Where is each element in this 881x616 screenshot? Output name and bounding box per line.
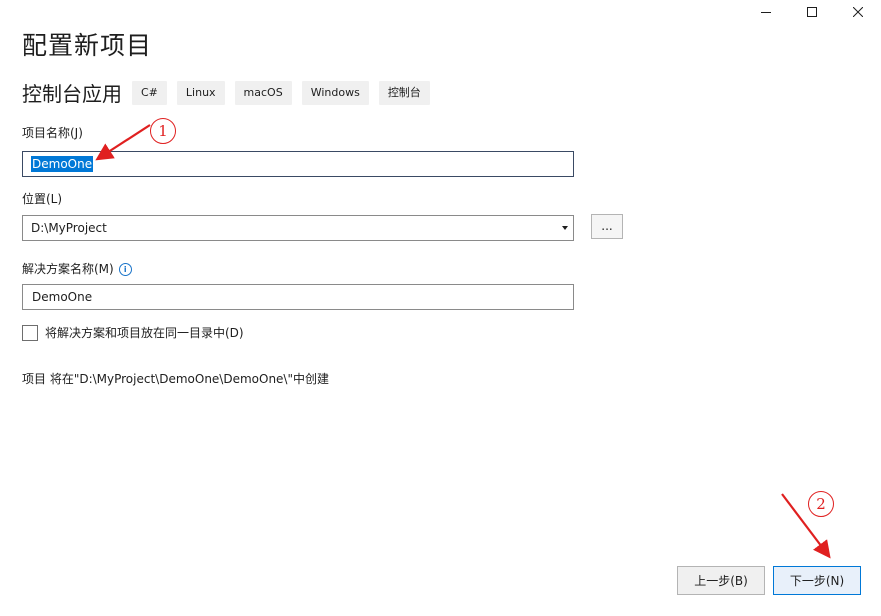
annotation-arrows (95, 124, 831, 559)
annotation-arrow-2 (781, 493, 831, 559)
annotation-arrow-1 (95, 124, 151, 161)
